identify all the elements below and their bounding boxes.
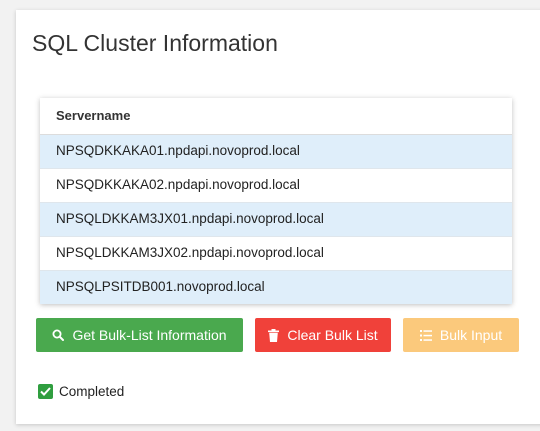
table-row[interactable]: NPSQDKKAKA01.npdapi.novoprod.local bbox=[40, 135, 512, 169]
completed-status: Completed bbox=[38, 384, 124, 399]
checkmark-icon bbox=[38, 384, 53, 399]
clear-bulk-list-label: Clear Bulk List bbox=[287, 327, 378, 343]
completed-label: Completed bbox=[59, 384, 125, 399]
get-bulk-list-button[interactable]: Get Bulk-List Information bbox=[36, 318, 243, 352]
search-icon bbox=[52, 329, 65, 341]
trash-icon bbox=[268, 328, 280, 342]
table-row[interactable]: NPSQLDKKAM3JX01.npdapi.novoprod.local bbox=[40, 203, 512, 237]
table-row[interactable]: NPSQDKKAKA02.npdapi.novoprod.local bbox=[40, 169, 512, 203]
get-bulk-list-label: Get Bulk-List Information bbox=[72, 327, 227, 343]
table-row[interactable]: NPSQLDKKAM3JX02.npdapi.novoprod.local bbox=[40, 237, 512, 271]
table-header-servername: Servername bbox=[40, 98, 512, 135]
bulk-input-button[interactable]: Bulk Input bbox=[403, 318, 519, 352]
sql-cluster-card: SQL Cluster Information Servername NPSQD… bbox=[16, 10, 540, 424]
servers-table: Servername NPSQDKKAKA01.npdapi.novoprod.… bbox=[40, 98, 512, 304]
bulk-input-label: Bulk Input bbox=[439, 327, 503, 343]
table-row[interactable]: NPSQLPSITDB001.novoprod.local bbox=[40, 271, 512, 304]
clear-bulk-list-button[interactable]: Clear Bulk List bbox=[255, 318, 391, 352]
list-icon bbox=[419, 329, 432, 341]
page-title: SQL Cluster Information bbox=[32, 30, 278, 56]
